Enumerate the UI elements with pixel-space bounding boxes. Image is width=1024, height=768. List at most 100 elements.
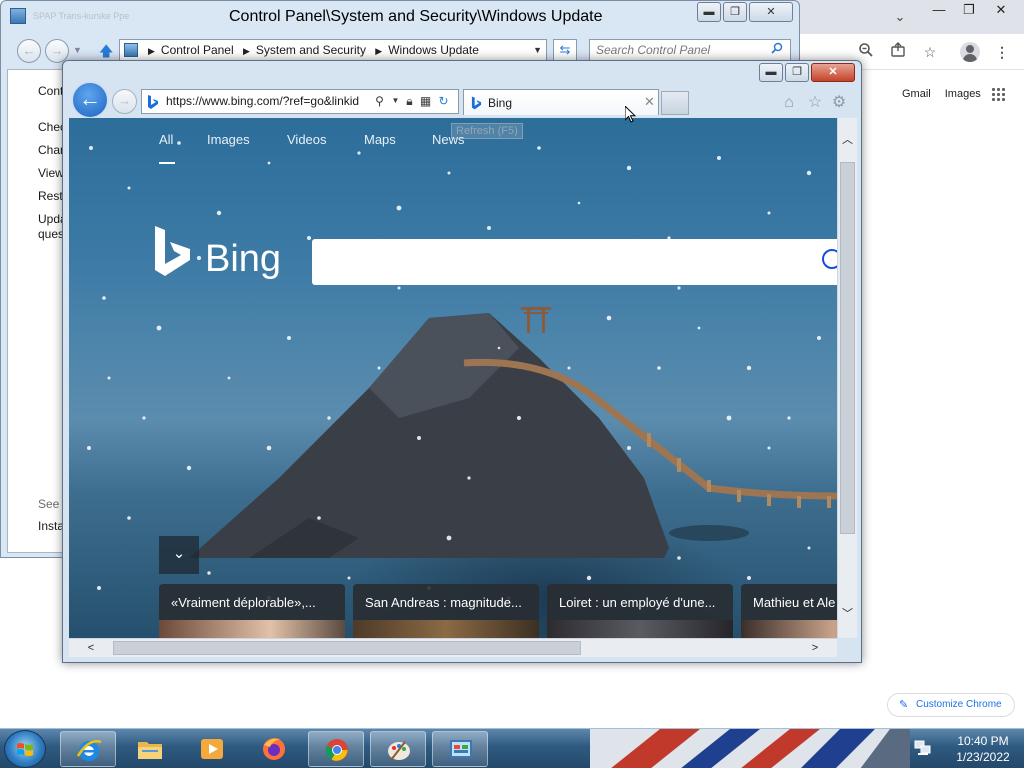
news-card[interactable]: «Vraiment déplorable»,... bbox=[159, 584, 345, 638]
address-bar[interactable]: ⚲ ▼ 🔒︎ ▦ ↻ bbox=[141, 89, 459, 114]
bing-logo-icon bbox=[155, 226, 190, 276]
sidebar-item-home[interactable]: Cont bbox=[38, 84, 63, 98]
news-thumbnail bbox=[547, 620, 733, 638]
back-button[interactable]: ← bbox=[17, 39, 41, 63]
gear-icon[interactable]: ⚙ bbox=[829, 93, 849, 113]
system-tray: 10:40 PM 1/23/2022 bbox=[908, 729, 1024, 768]
address-bar[interactable]: ▶ Control Panel ▶ System and Security ▶ Win… bbox=[119, 39, 547, 61]
news-card[interactable]: San Andreas : magnitude... bbox=[353, 584, 539, 638]
close-button[interactable]: ✕ bbox=[749, 2, 793, 22]
news-card[interactable]: Mathieu et Ale bbox=[741, 584, 837, 638]
breadcrumb-windows-update[interactable]: Windows Update bbox=[388, 43, 479, 57]
refresh-button[interactable]: ⇆ bbox=[553, 39, 577, 61]
news-card[interactable]: Loiret : un employé d'une... bbox=[547, 584, 733, 638]
close-tab-icon[interactable]: ✕ bbox=[644, 94, 655, 110]
nav-images[interactable]: Images bbox=[207, 132, 250, 147]
scroll-left-arrow-icon[interactable]: < bbox=[81, 639, 101, 658]
taskbar-app-internet-explorer[interactable] bbox=[60, 731, 116, 767]
favorites-star-icon[interactable]: ☆ bbox=[805, 93, 825, 113]
back-button[interactable]: ← bbox=[71, 81, 109, 119]
search-icon[interactable]: ⚲ bbox=[372, 93, 387, 109]
news-thumbnail bbox=[741, 620, 837, 638]
minimize-button[interactable]: ▬ bbox=[697, 2, 721, 22]
minimize-button[interactable]: ▬ bbox=[759, 63, 783, 82]
scrollbar-thumb[interactable] bbox=[113, 641, 581, 655]
vertical-scrollbar[interactable]: ︿ ﹀ bbox=[837, 118, 857, 638]
scroll-down-button[interactable]: ⌄ bbox=[159, 536, 199, 574]
bing-search-input[interactable] bbox=[312, 239, 837, 285]
bing-favicon-icon bbox=[148, 95, 158, 109]
maximize-button[interactable]: ❐ bbox=[785, 63, 809, 82]
menu-kebab-icon[interactable]: ⋮ bbox=[992, 42, 1012, 62]
control-panel-titlebar[interactable]: SPAP Trans-kurske Ppe Control Panel\Syst… bbox=[1, 1, 799, 35]
clock-date[interactable]: 1/23/2022 bbox=[946, 750, 1020, 764]
sidebar-item-installed[interactable]: Insta bbox=[38, 519, 64, 533]
control-panel-sidebar: Cont Chec Chan View Resto Upda ques See … bbox=[8, 70, 68, 552]
control-panel-icon bbox=[450, 740, 472, 758]
taskbar-app-media-player[interactable] bbox=[184, 731, 240, 767]
dropdown-arrow-icon[interactable]: ▼ bbox=[388, 93, 403, 109]
taskbar-app-file-explorer[interactable] bbox=[122, 731, 178, 767]
refresh-tooltip: Refresh (F5) bbox=[451, 123, 523, 139]
chevron-down-icon[interactable]: ⌄ bbox=[890, 7, 910, 27]
images-link[interactable]: Images bbox=[945, 88, 981, 100]
scrollbar-thumb[interactable] bbox=[840, 162, 855, 534]
restore-button[interactable]: ❐ bbox=[954, 0, 984, 20]
scroll-up-arrow-icon[interactable]: ︿ bbox=[838, 130, 857, 150]
faded-titlebar-text: SPAP Trans-kurske Ppe bbox=[33, 11, 130, 21]
taskbar-app-chrome[interactable] bbox=[308, 731, 364, 767]
lock-icon[interactable]: 🔒︎ bbox=[402, 93, 417, 109]
sidebar-item-view[interactable]: View bbox=[38, 166, 64, 180]
chevron-down-icon[interactable]: ▼ bbox=[533, 40, 542, 60]
search-icon[interactable] bbox=[822, 249, 837, 269]
taskbar-app-firefox[interactable] bbox=[246, 731, 302, 767]
customize-chrome-button[interactable]: ✎ Customize Chrome bbox=[887, 693, 1015, 717]
zoom-icon[interactable] bbox=[856, 42, 876, 62]
nav-videos[interactable]: Videos bbox=[287, 132, 327, 147]
sidebar-item-questions[interactable]: ques bbox=[38, 227, 64, 241]
close-button[interactable]: ✕ bbox=[811, 63, 855, 82]
url-input[interactable] bbox=[166, 90, 372, 113]
internet-explorer-icon bbox=[76, 740, 102, 761]
forward-button[interactable]: → bbox=[112, 89, 137, 114]
nav-active-indicator bbox=[159, 162, 175, 164]
network-icon[interactable] bbox=[914, 740, 932, 756]
refresh-icon[interactable]: ↻ bbox=[436, 93, 451, 109]
taskbar-app-control-panel[interactable] bbox=[432, 731, 488, 767]
start-button[interactable] bbox=[4, 730, 46, 768]
close-button[interactable]: ✕ bbox=[986, 0, 1016, 20]
control-panel-icon bbox=[10, 8, 26, 24]
taskbar-app-paint[interactable] bbox=[370, 731, 426, 767]
minimize-button[interactable]: — bbox=[924, 0, 954, 20]
bookmark-star-icon[interactable]: ☆ bbox=[920, 42, 940, 62]
recent-pages-chevron-icon[interactable]: ▼ bbox=[73, 45, 82, 55]
internet-explorer-window: ▬ ❐ ✕ ← → ⚲ ▼ 🔒︎ ▦ ↻ Bing ✕ ⌂ ☆ ⚙ bbox=[62, 60, 862, 663]
profile-avatar-icon[interactable] bbox=[960, 42, 980, 62]
compatibility-view-icon[interactable]: ▦ bbox=[418, 93, 433, 109]
scroll-down-arrow-icon[interactable]: ﹀ bbox=[838, 604, 857, 624]
gmail-link[interactable]: Gmail bbox=[902, 88, 931, 100]
tab-title: Bing bbox=[488, 96, 513, 110]
clock-time[interactable]: 10:40 PM bbox=[946, 734, 1020, 748]
horizontal-scrollbar[interactable]: < > bbox=[69, 638, 837, 657]
nav-all[interactable]: All bbox=[159, 132, 173, 147]
scroll-right-arrow-icon[interactable]: > bbox=[805, 639, 825, 658]
google-apps-icon[interactable] bbox=[992, 88, 1006, 102]
firefox-icon bbox=[263, 738, 285, 760]
home-icon[interactable]: ⌂ bbox=[779, 93, 799, 113]
chrome-tab-strip: ⌄ — ❐ ✕ bbox=[790, 0, 1024, 34]
bing-logo: Bing bbox=[153, 226, 293, 282]
page-viewport: All Images Videos Maps News Bing ⌄ «Vrai… bbox=[69, 118, 837, 638]
taskbar: 10:40 PM 1/23/2022 bbox=[0, 728, 1024, 768]
breadcrumb-control-panel[interactable]: Control Panel bbox=[161, 43, 234, 57]
folder-icon bbox=[138, 742, 162, 759]
search-input[interactable] bbox=[589, 39, 791, 61]
search-icon[interactable] bbox=[771, 42, 783, 57]
mouse-cursor-icon bbox=[625, 106, 637, 123]
new-tab-button[interactable] bbox=[661, 91, 689, 115]
breadcrumb-system-security[interactable]: System and Security bbox=[256, 43, 366, 57]
maximize-button[interactable]: ❐ bbox=[723, 2, 747, 22]
nav-maps[interactable]: Maps bbox=[364, 132, 396, 147]
share-icon[interactable] bbox=[888, 42, 908, 62]
bing-wordmark: Bing bbox=[205, 238, 282, 280]
